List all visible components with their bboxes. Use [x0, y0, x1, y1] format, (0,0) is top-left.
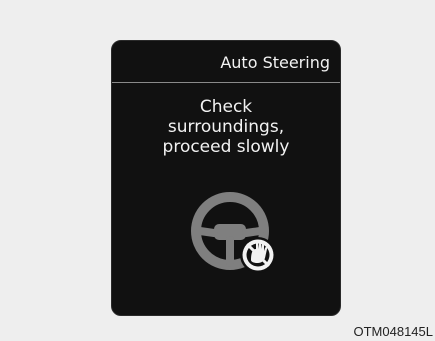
message-line-1: Check: [199, 97, 253, 117]
message-line-2: surroundings,: [167, 117, 285, 137]
panel-title: Auto Steering: [220, 53, 330, 72]
steering-graphic: [190, 191, 286, 283]
warning-message: Check surroundings, proceed slowly: [112, 97, 340, 157]
steering-wheel-left-spoke: [196, 227, 218, 237]
message-line-3: proceed slowly: [162, 137, 290, 157]
figure-code: OTM048145L: [353, 324, 434, 339]
hands-off-prohibited-icon: [240, 237, 276, 273]
steering-wheel-icon: [191, 192, 276, 273]
warning-panel: Auto Steering Check surroundings, procee…: [111, 40, 341, 316]
panel-header: Auto Steering: [112, 41, 340, 83]
steering-wheel-right-spoke: [242, 227, 264, 237]
